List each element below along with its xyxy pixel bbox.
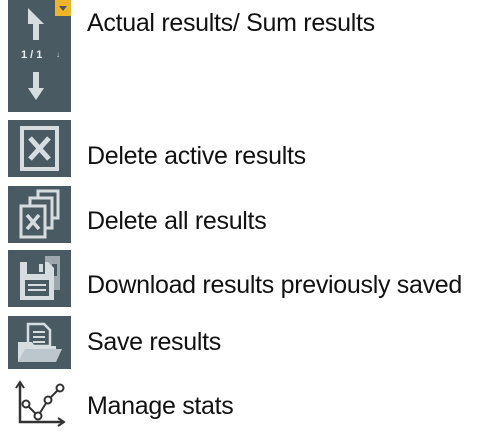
- legend-row-manage-stats: Manage stats: [0, 378, 482, 434]
- label-delete-active: Delete active results: [87, 142, 306, 170]
- legend-row-delete-all: Delete all results: [0, 186, 482, 246]
- navigation-arrows-icon[interactable]: 1 / 1 ↓: [8, 0, 71, 112]
- label-delete-all: Delete all results: [87, 207, 267, 235]
- label-actual-sum-results: Actual results/ Sum results: [87, 9, 375, 37]
- delete-all-icon[interactable]: [8, 186, 71, 243]
- label-manage-stats: Manage stats: [87, 392, 234, 420]
- counter-suffix: ↓: [56, 50, 60, 59]
- legend-row-delete-active: Delete active results: [0, 120, 482, 180]
- legend-row-navigation: 1 / 1 ↓ Actual results/ Sum results: [0, 0, 482, 112]
- delete-active-icon[interactable]: [8, 120, 71, 177]
- label-save-results: Save results: [87, 328, 221, 356]
- legend-row-download-saved: Download results previously saved: [0, 250, 482, 310]
- result-counter: 1 / 1: [21, 49, 43, 61]
- legend-row-save-results: Save results: [0, 316, 482, 372]
- stats-graph-icon[interactable]: [8, 378, 71, 434]
- download-saved-icon[interactable]: [8, 250, 71, 307]
- save-folder-icon[interactable]: [8, 316, 71, 369]
- label-download-saved: Download results previously saved: [87, 271, 463, 299]
